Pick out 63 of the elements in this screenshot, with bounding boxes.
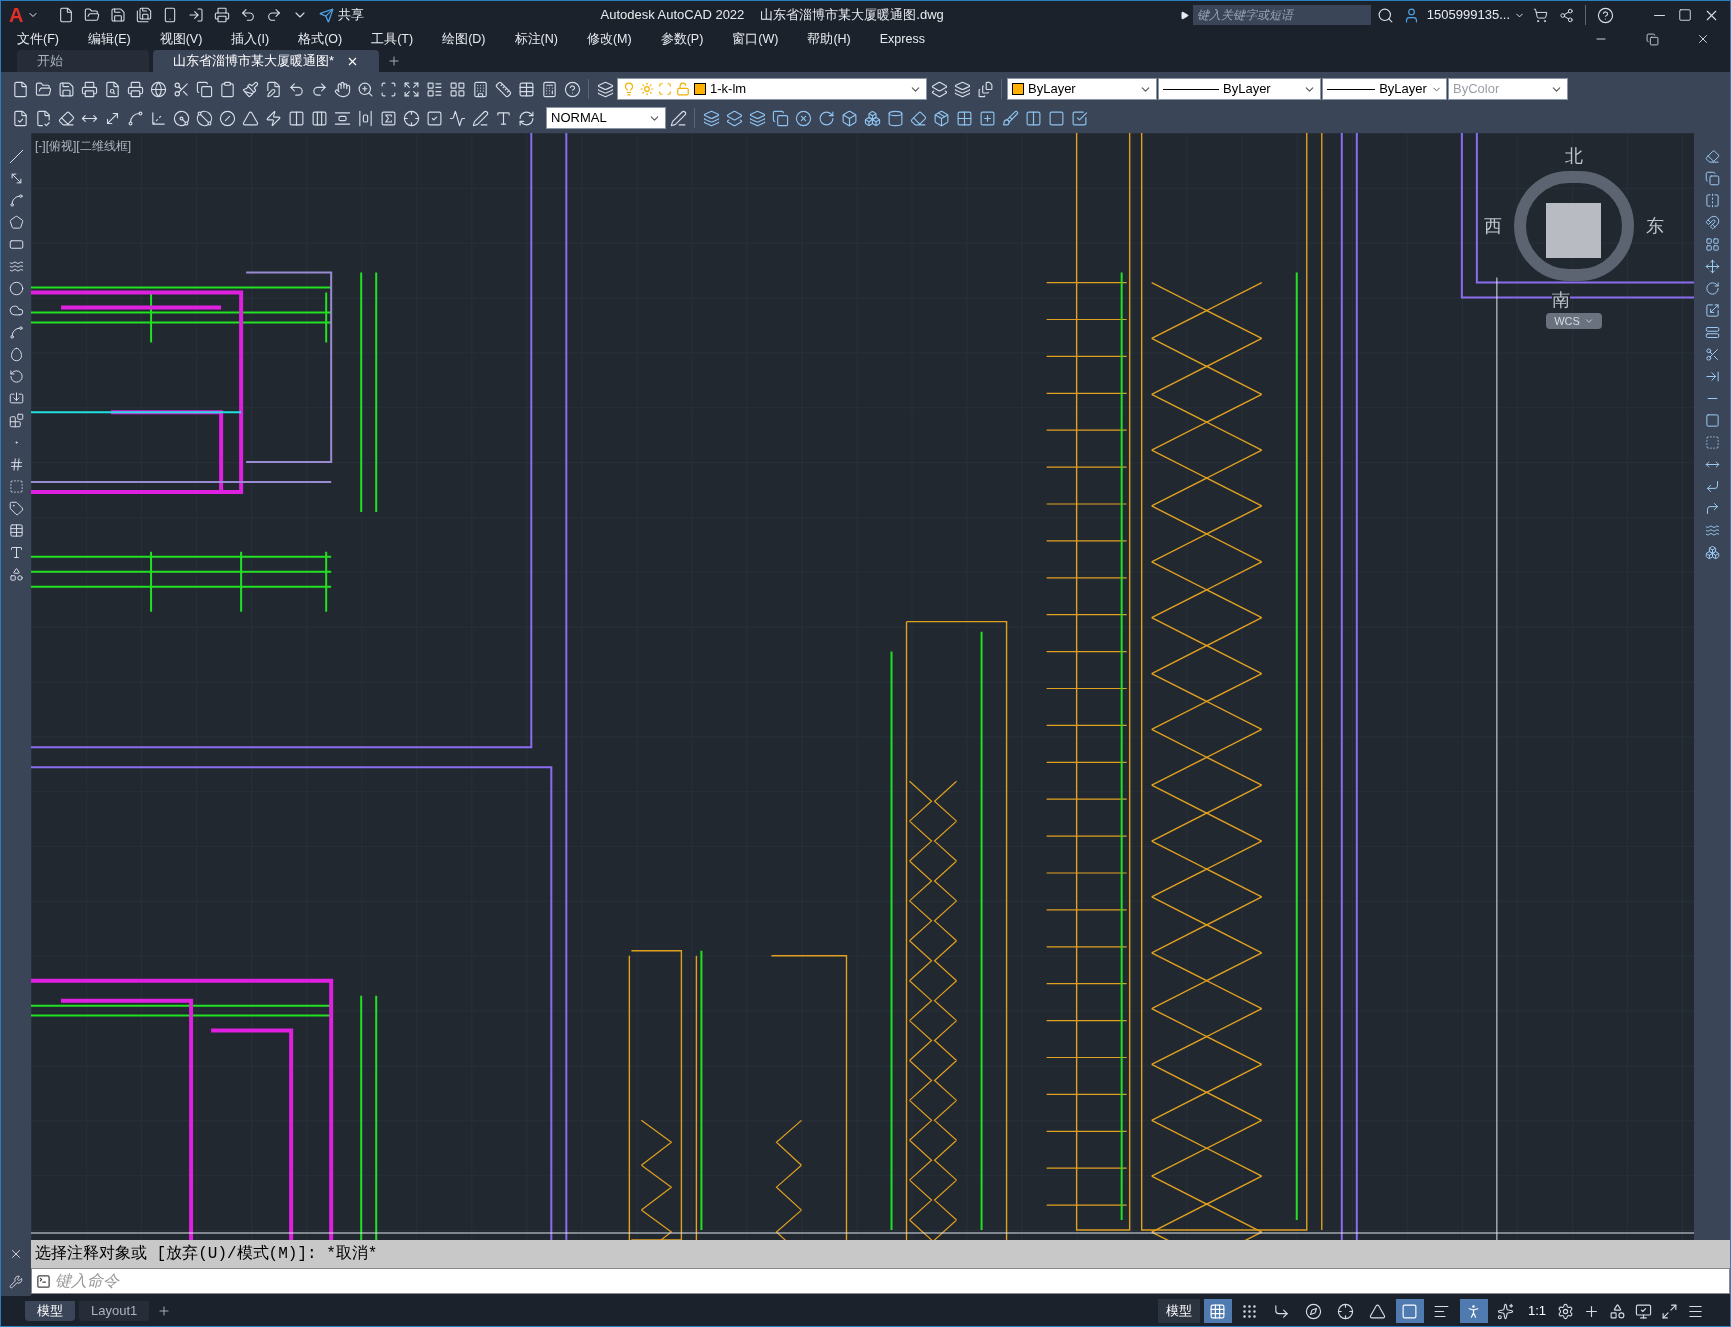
menu-item[interactable]: Express [879, 29, 925, 49]
menu-item[interactable]: 参数(P) [660, 29, 704, 49]
dropdown-value: NORMAL [551, 109, 608, 128]
scale-button[interactable]: 1:1 [1523, 1301, 1550, 1321]
menu-item[interactable]: 帮助(H) [807, 29, 851, 49]
lock-icon [676, 82, 690, 96]
menu-item[interactable]: 格式(O) [298, 29, 343, 49]
file-title: 山东省淄博市某大厦暖通图.dwg [760, 6, 944, 25]
viewport-icon [658, 82, 672, 96]
menu-item[interactable]: 视图(V) [159, 29, 203, 49]
menu-item[interactable]: 修改(M) [586, 29, 632, 49]
track-icon [1337, 1302, 1355, 1320]
search-field[interactable]: 键入关键字或短语 [1192, 5, 1371, 25]
dropdown-value: ByLayer [1379, 80, 1427, 99]
west-label: 西 [1484, 214, 1502, 238]
dropdown-value: ByLayer [1028, 80, 1077, 99]
north-label: 北 [1565, 145, 1583, 168]
bulb-icon [622, 82, 636, 96]
grid-icon [1209, 1302, 1227, 1320]
dropdown-value: ByLayer [1223, 80, 1272, 99]
menu-item[interactable]: 绘图(D) [442, 29, 486, 49]
dropdown-field[interactable]: ByLayer [1158, 78, 1321, 100]
snap-icon [1241, 1302, 1259, 1320]
dropdown-field[interactable]: NORMAL [546, 107, 666, 129]
menu-item[interactable]: 工具(T) [371, 29, 414, 49]
expand-icon [1179, 10, 1189, 20]
menu-item[interactable]: 插入(I) [231, 29, 270, 49]
file-tab[interactable]: 山东省淄博市某大厦暖通图* [153, 50, 380, 72]
line-sample-icon [1163, 88, 1219, 90]
menu-item[interactable]: 标注(N) [514, 29, 558, 49]
file-tab[interactable]: 开始 [17, 50, 149, 72]
layer-color-icon [694, 83, 706, 95]
osnap-toggle[interactable] [1395, 1299, 1424, 1323]
east-label: 东 [1646, 214, 1664, 238]
dropdown-value: ByColor [1453, 80, 1501, 99]
viewport-label[interactable]: [-][俯视][二维线框] [35, 137, 131, 155]
menu-item[interactable]: 编辑(E) [87, 29, 131, 49]
layer-name: 1-k-lm [710, 80, 748, 99]
osnap-icon [1401, 1302, 1419, 1320]
line-sample-icon [1327, 88, 1376, 90]
layer-dropdown[interactable]: 1-k-lm [617, 78, 927, 100]
layout-tab[interactable]: 模型 [25, 1301, 75, 1321]
paper-plane-icon [319, 7, 335, 23]
ortho-icon [1273, 1302, 1291, 1320]
autoscale-icon [1497, 1302, 1515, 1320]
terminal-icon[interactable] [36, 1273, 51, 1289]
annotation-toggle[interactable] [1459, 1299, 1488, 1323]
dropdown-field[interactable]: ByLayer [1322, 78, 1447, 100]
menu-item[interactable]: 窗口(W) [732, 29, 779, 49]
user-name[interactable]: 1505999135... [1426, 5, 1510, 25]
grid-toggle[interactable] [1203, 1299, 1232, 1323]
angle-icon [1369, 1302, 1387, 1320]
app-logo[interactable]: A [9, 5, 24, 25]
menu-item[interactable]: 文件(F) [17, 29, 59, 49]
layout-tab[interactable]: Layout1 [79, 1301, 150, 1321]
sun-icon [640, 82, 654, 96]
polar-icon [1305, 1302, 1323, 1320]
dropdown-field[interactable]: ByLayer [1007, 78, 1157, 100]
command-history: 选择注释对象或 [放弃(U)/模式(M)]: *取消* [31, 1240, 1730, 1268]
model-button[interactable]: 模型 [1157, 1299, 1200, 1323]
app-title: Autodesk AutoCAD 2022 [600, 6, 745, 25]
color-swatch-icon [1012, 83, 1024, 95]
share-button[interactable]: 共享 [319, 5, 365, 25]
